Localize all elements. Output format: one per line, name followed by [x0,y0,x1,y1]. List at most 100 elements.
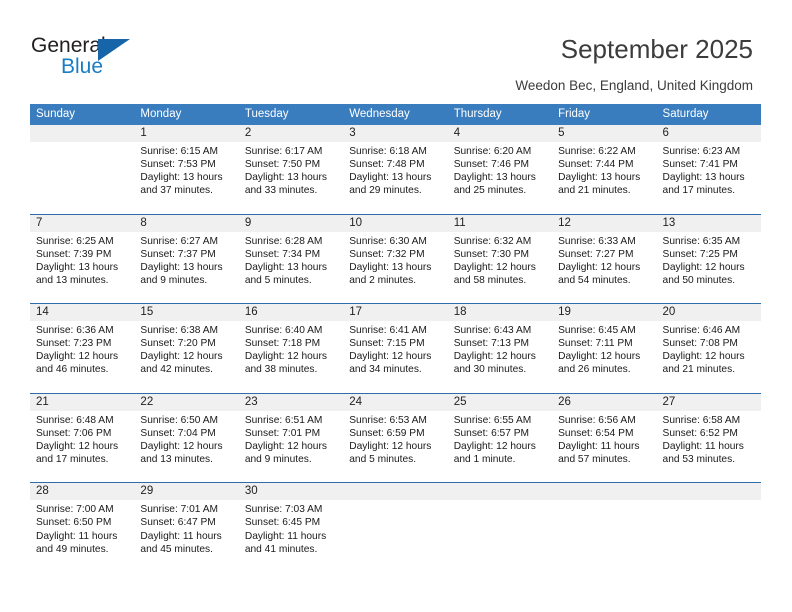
sunset-text: Sunset: 7:13 PM [453,338,530,350]
daylight-text: Daylight: 13 hours and 17 minutes. [662,172,745,197]
day-cell[interactable]: Sunrise: 6:51 AM Sunset: 7:01 PM Daylight:… [239,411,343,481]
sunset-text: Sunset: 7:27 PM [558,248,634,260]
day-number[interactable]: 11 [448,215,552,232]
day-number[interactable]: 10 [343,215,447,232]
day-cell[interactable]: Sunrise: 6:43 AM Sunset: 7:13 PM Daylight:… [448,321,552,391]
day-cell[interactable]: Sunrise: 6:45 AM Sunset: 7:11 PM Daylight:… [552,321,656,391]
day-number[interactable]: 4 [448,125,552,142]
day-number[interactable]: 28 [30,483,134,500]
day-number[interactable]: 25 [448,394,552,411]
day-cell[interactable]: Sunrise: 6:32 AM Sunset: 7:30 PM Daylight:… [448,232,552,302]
day-number[interactable]: 15 [134,304,238,321]
day-number[interactable]: 21 [30,394,134,411]
day-cell[interactable]: Sunrise: 7:03 AM Sunset: 6:45 PM Daylight:… [239,500,343,570]
day-cell[interactable]: Sunrise: 6:58 AM Sunset: 6:52 PM Daylight:… [657,411,761,481]
daylight-text: Daylight: 13 hours and 25 minutes. [453,172,536,197]
day-cell[interactable]: Sunrise: 7:01 AM Sunset: 6:47 PM Daylight:… [134,500,238,570]
day-number[interactable]: 16 [239,304,343,321]
day-cell[interactable]: Sunrise: 7:00 AM Sunset: 6:50 PM Daylight:… [30,500,134,570]
day-number[interactable]: 13 [657,215,761,232]
weekday-header-thursday: Thursday [453,108,502,120]
day-cell[interactable]: Sunrise: 6:53 AM Sunset: 6:59 PM Daylight:… [343,411,447,481]
calendar-week-row: 21 22 23 24 25 26 27 Sunrise: 6:48 AM Sunset: 7:… [30,392,761,483]
day-details-band: Sunrise: 6:15 AM Sunset: 7:53 PM Daylight:… [30,142,761,212]
day-number[interactable]: 26 [552,394,656,411]
weekday-header-row: Sunday Monday Tuesday Wednesday Thursday Frid… [30,104,761,125]
day-details-band: Sunrise: 6:48 AM Sunset: 7:06 PM Daylight:… [30,410,761,481]
day-number [30,125,134,142]
day-cell[interactable]: Sunrise: 6:46 AM Sunset: 7:08 PM Daylight:… [657,321,761,391]
daylight-text: Daylight: 13 hours and 29 minutes. [349,172,432,197]
day-number[interactable]: 1 [134,125,238,142]
day-cell [30,142,134,212]
day-cell[interactable]: Sunrise: 6:38 AM Sunset: 7:20 PM Daylight:… [134,321,238,391]
calendar-week-row: 28 29 30 Sunrise: 7:00 AM Sunset: 6:50 PM Day… [30,482,761,572]
day-number[interactable]: 8 [134,215,238,232]
day-cell[interactable]: Sunrise: 6:56 AM Sunset: 6:54 PM Daylight:… [552,411,656,481]
day-number-band: 7 8 9 10 11 12 13 [30,214,761,232]
weekday-header-tuesday: Tuesday [244,108,289,120]
day-cell[interactable]: Sunrise: 6:15 AM Sunset: 7:53 PM Daylight:… [134,142,238,212]
day-cell [448,500,552,570]
general-blue-logo[interactable]: General Blue [31,34,211,84]
day-cell[interactable]: Sunrise: 6:18 AM Sunset: 7:48 PM Daylight:… [343,142,447,212]
day-cell[interactable]: Sunrise: 6:25 AM Sunset: 7:39 PM Daylight:… [30,232,134,302]
sunrise-text: Sunrise: 6:28 AM [244,235,323,247]
day-number [343,483,447,500]
day-cell[interactable]: Sunrise: 6:20 AM Sunset: 7:46 PM Daylight:… [448,142,552,212]
day-number[interactable]: 29 [134,483,238,500]
day-cell[interactable]: Sunrise: 6:40 AM Sunset: 7:18 PM Daylight:… [239,321,343,391]
day-cell[interactable]: Sunrise: 6:36 AM Sunset: 7:23 PM Daylight:… [30,321,134,391]
day-number-band: 123456 [30,125,761,142]
day-cell[interactable]: Sunrise: 6:41 AM Sunset: 7:15 PM Daylight:… [343,321,447,391]
weekday-header-wednesday: Wednesday [349,108,410,120]
day-details-band: Sunrise: 7:00 AM Sunset: 6:50 PM Daylight:… [30,500,761,571]
day-cell[interactable]: Sunrise: 6:33 AM Sunset: 7:27 PM Daylight:… [552,232,656,302]
sunrise-text: Sunrise: 6:30 AM [349,235,427,247]
day-cell[interactable]: Sunrise: 6:50 AM Sunset: 7:04 PM Daylight:… [134,411,238,481]
day-number[interactable]: 12 [552,215,656,232]
day-cell[interactable]: Sunrise: 6:17 AM Sunset: 7:50 PM Daylight:… [239,142,343,212]
calendar-weeks: 1 2 3 4 5 6 Sunrise: 6:15 AM Sunset: 7:53 PM Day… [30,125,761,572]
day-number[interactable]: 6 [657,125,761,142]
day-number[interactable]: 19 [552,304,656,321]
day-cell [552,500,656,570]
day-number[interactable]: 27 [657,394,761,411]
daylight-text: Daylight: 12 hours and 13 minutes. [140,440,223,466]
daylight-text: Daylight: 13 hours and 13 minutes. [36,261,119,286]
day-number[interactable]: 2 [239,125,343,142]
day-cell[interactable]: Sunrise: 6:55 AM Sunset: 6:57 PM Daylight:… [448,411,552,481]
day-cell[interactable]: Sunrise: 6:35 AM Sunset: 7:25 PM Daylight:… [657,232,761,302]
day-number[interactable]: 3 [343,125,447,142]
day-number[interactable]: 14 [30,304,134,321]
day-cell[interactable]: Sunrise: 6:28 AM Sunset: 7:34 PM Daylight:… [239,232,343,302]
day-number-band: 21 22 23 24 25 26 27 [30,393,761,411]
day-number[interactable]: 17 [343,304,447,321]
sunrise-text: Sunrise: 6:15 AM [140,146,219,157]
sunrise-text: Sunrise: 6:46 AM [662,325,741,337]
day-number[interactable]: 22 [134,394,238,411]
day-number[interactable]: 5 [552,125,656,142]
day-cell[interactable]: Sunrise: 6:27 AM Sunset: 7:37 PM Daylight:… [134,232,238,302]
day-number[interactable]: 30 [239,483,343,500]
day-number[interactable]: 7 [30,215,134,232]
day-cell[interactable]: Sunrise: 6:22 AM Sunset: 7:44 PM Daylight:… [552,142,656,212]
weekday-header-saturday: Saturday [662,108,709,120]
sunset-text: Sunset: 7:50 PM [244,159,321,171]
sunrise-text: Sunrise: 6:20 AM [453,146,532,157]
day-number-band: 14 15 16 17 18 19 20 [30,304,761,322]
daylight-text: Daylight: 11 hours and 41 minutes. [244,530,327,555]
day-cell[interactable]: Sunrise: 6:30 AM Sunset: 7:32 PM Daylight:… [343,232,447,302]
weekday-header-friday: Friday [558,108,591,120]
day-number[interactable]: 18 [448,304,552,321]
page-title: September 2025 [560,34,753,64]
sunrise-text: Sunrise: 6:36 AM [36,325,114,337]
day-cell[interactable]: Sunrise: 6:48 AM Sunset: 7:06 PM Daylight:… [30,411,134,481]
sunset-text: Sunset: 7:30 PM [453,248,530,260]
day-number[interactable]: 23 [239,394,343,411]
day-number[interactable]: 20 [657,304,761,321]
day-number[interactable]: 9 [239,215,343,232]
sunset-text: Sunset: 7:39 PM [36,248,112,260]
day-cell[interactable]: Sunrise: 6:23 AM Sunset: 7:41 PM Daylight:… [657,142,761,212]
day-number[interactable]: 24 [343,394,447,411]
